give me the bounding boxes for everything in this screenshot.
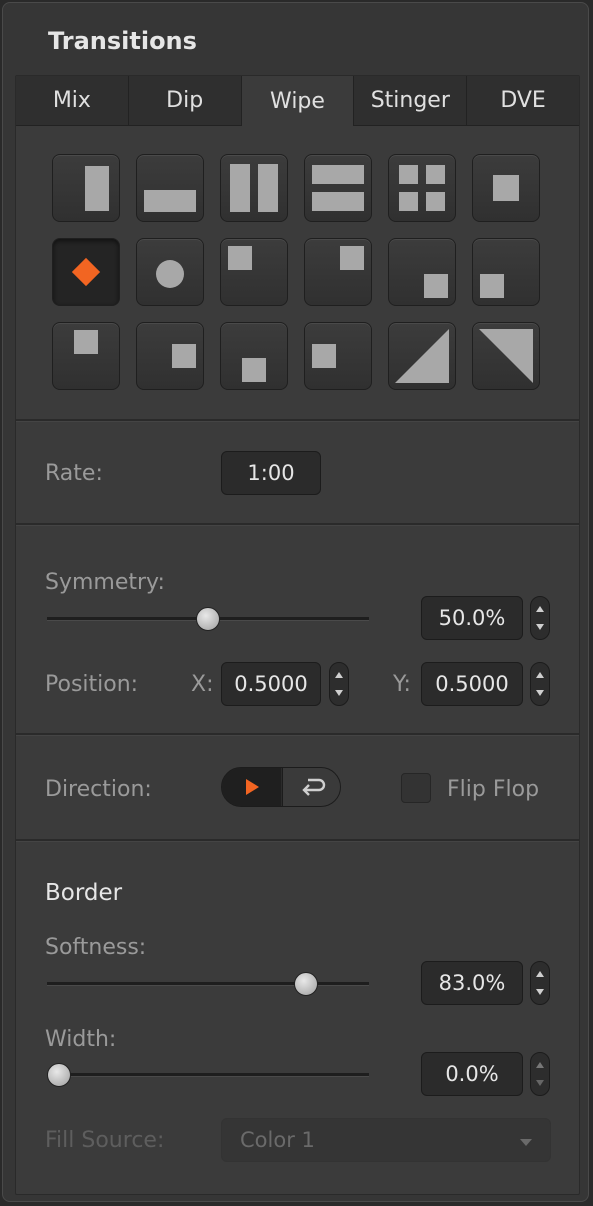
horizontal-bar-icon xyxy=(144,190,196,212)
rate-label: Rate: xyxy=(45,461,103,486)
width-label: Width: xyxy=(45,1027,117,1052)
flip-flop-label: Flip Flop xyxy=(447,777,540,802)
pattern-bottom-center-button[interactable] xyxy=(220,322,288,390)
play-icon xyxy=(245,779,259,795)
panel-title: Transitions xyxy=(48,27,197,55)
top-center-square-icon xyxy=(74,330,98,354)
pattern-diamond-button[interactable] xyxy=(52,238,120,306)
pattern-top-left-button[interactable] xyxy=(220,238,288,306)
chevron-down-icon[interactable] xyxy=(335,690,343,696)
position-y-label: Y: xyxy=(393,672,411,697)
symmetry-field[interactable]: 50.0% xyxy=(421,596,523,640)
position-x-field[interactable]: 0.5000 xyxy=(221,662,321,706)
fill-source-select[interactable]: Color 1 xyxy=(221,1118,551,1162)
border-heading: Border xyxy=(45,880,123,906)
position-y-stepper[interactable] xyxy=(530,662,550,706)
chevron-down-icon xyxy=(520,1139,532,1146)
softness-field[interactable]: 83.0% xyxy=(421,961,523,1005)
center-square-icon xyxy=(493,175,519,201)
bottom-left-square-icon xyxy=(480,274,504,298)
softness-slider-handle[interactable] xyxy=(294,972,319,996)
double-vertical-bar-icon xyxy=(230,164,278,212)
divider xyxy=(16,523,579,526)
pattern-circle-button[interactable] xyxy=(136,238,204,306)
tab-mix[interactable]: Mix xyxy=(16,76,129,126)
divider xyxy=(16,839,579,842)
return-arrow-icon xyxy=(301,778,325,796)
pattern-double-horizontal-button[interactable] xyxy=(304,154,372,222)
softness-label: Softness: xyxy=(45,935,147,960)
direction-reverse-button[interactable] xyxy=(282,768,340,806)
direction-label: Direction: xyxy=(45,777,152,802)
fill-source-label: Fill Source: xyxy=(45,1128,165,1153)
tab-dve[interactable]: DVE xyxy=(467,76,579,126)
vertical-bar-icon xyxy=(85,166,109,211)
pattern-bottom-left-button[interactable] xyxy=(472,238,540,306)
width-slider-handle[interactable] xyxy=(47,1063,71,1087)
tab-dip[interactable]: Dip xyxy=(128,76,242,126)
chevron-up-icon[interactable] xyxy=(536,672,544,678)
tab-stinger[interactable]: Stinger xyxy=(354,76,468,126)
chevron-down-icon[interactable] xyxy=(536,989,544,995)
symmetry-stepper[interactable] xyxy=(530,596,550,640)
pattern-diagonal-br-button[interactable] xyxy=(472,322,540,390)
chevron-down-icon[interactable] xyxy=(536,690,544,696)
pattern-top-right-button[interactable] xyxy=(304,238,372,306)
right-center-square-icon xyxy=(172,344,196,368)
softness-stepper[interactable] xyxy=(530,961,550,1005)
rate-field[interactable]: 1:00 xyxy=(221,451,321,495)
left-center-square-icon xyxy=(312,344,336,368)
chevron-up-icon[interactable] xyxy=(536,971,544,977)
divider xyxy=(16,733,579,736)
position-y-field[interactable]: 0.5000 xyxy=(421,662,523,706)
divider xyxy=(16,419,579,422)
top-left-square-icon xyxy=(228,246,252,270)
symmetry-slider-handle[interactable] xyxy=(196,607,220,631)
bottom-right-square-icon xyxy=(424,274,448,298)
pattern-left-center-button[interactable] xyxy=(304,322,372,390)
chevron-up-icon[interactable] xyxy=(536,606,544,612)
pattern-horizontal-bar-button[interactable] xyxy=(136,154,204,222)
pattern-vertical-bar-button[interactable] xyxy=(52,154,120,222)
position-x-stepper[interactable] xyxy=(329,662,349,706)
width-stepper[interactable] xyxy=(530,1052,550,1096)
wipe-settings: Mix Dip Wipe Stinger DVE Rate: 1:00 Symm… xyxy=(15,75,580,1195)
chevron-down-icon[interactable] xyxy=(536,624,544,630)
flip-flop-checkbox[interactable] xyxy=(401,773,431,803)
transitions-panel: Transitions Mix Dip Wipe Stinger DVE Rat… xyxy=(2,2,589,1202)
tab-wipe[interactable]: Wipe xyxy=(241,76,355,126)
circle-icon xyxy=(156,260,184,288)
chevron-up-icon[interactable] xyxy=(536,1062,544,1068)
double-horizontal-bar-icon xyxy=(312,165,364,211)
pattern-double-vertical-button[interactable] xyxy=(220,154,288,222)
pattern-top-center-button[interactable] xyxy=(52,322,120,390)
softness-slider-track[interactable] xyxy=(47,982,369,986)
symmetry-label: Symmetry: xyxy=(45,570,165,595)
position-label: Position: xyxy=(45,672,139,697)
four-square-icon xyxy=(399,165,445,211)
position-x-label: X: xyxy=(191,672,214,697)
chevron-up-icon[interactable] xyxy=(335,672,343,678)
top-right-square-icon xyxy=(340,246,364,270)
chevron-down-icon[interactable] xyxy=(536,1080,544,1086)
direction-toggle xyxy=(221,767,341,807)
transition-tabs: Mix Dip Wipe Stinger DVE xyxy=(16,76,579,126)
direction-forward-button[interactable] xyxy=(222,768,281,806)
pattern-right-center-button[interactable] xyxy=(136,322,204,390)
width-slider-track[interactable] xyxy=(47,1073,369,1077)
diamond-icon xyxy=(71,257,101,287)
bottom-center-square-icon xyxy=(242,358,266,382)
pattern-center-square-button[interactable] xyxy=(472,154,540,222)
pattern-four-quad-button[interactable] xyxy=(388,154,456,222)
width-field[interactable]: 0.0% xyxy=(421,1052,523,1096)
pattern-diagonal-bl-button[interactable] xyxy=(388,322,456,390)
fill-source-value: Color 1 xyxy=(240,1128,315,1152)
diagonal-bottom-right-icon xyxy=(479,329,533,383)
pattern-bottom-right-button[interactable] xyxy=(388,238,456,306)
